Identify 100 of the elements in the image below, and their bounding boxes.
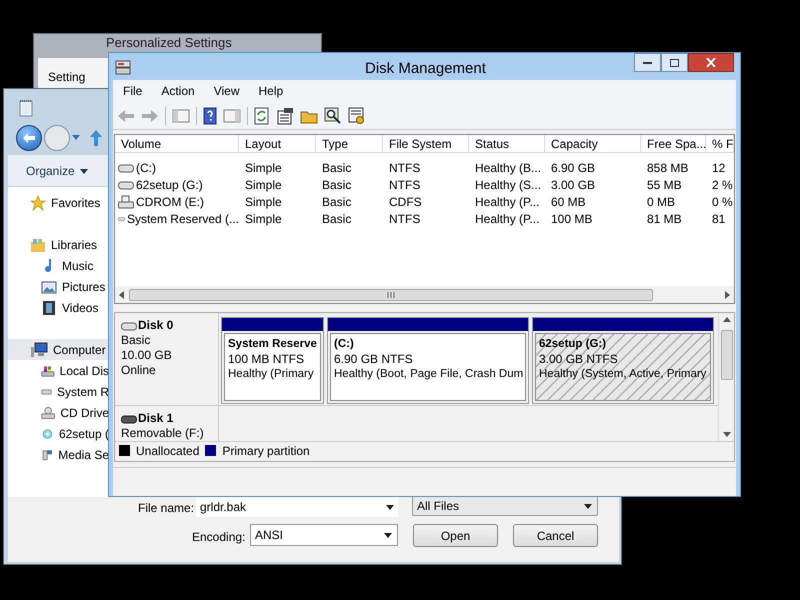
table-cell-text: 81 bbox=[712, 210, 726, 228]
menu-item[interactable]: Action bbox=[161, 82, 195, 100]
dropdown-arrow-icon bbox=[584, 504, 592, 508]
back-button[interactable] bbox=[16, 125, 42, 151]
scroll-left-icon[interactable] bbox=[119, 290, 125, 298]
table-cell-text: 12 bbox=[712, 160, 726, 176]
drive-icon bbox=[118, 180, 134, 190]
partition-size: 6.90 GB NTFS bbox=[334, 352, 414, 367]
search-icon[interactable] bbox=[324, 106, 342, 124]
minimize-button[interactable] bbox=[634, 53, 661, 72]
computer-icon bbox=[30, 342, 48, 358]
table-cell-text: Healthy (S... bbox=[475, 176, 542, 194]
scroll-down-icon[interactable] bbox=[722, 432, 730, 437]
drive-icon bbox=[118, 162, 134, 172]
nav-item[interactable]: Local Dis bbox=[8, 360, 109, 381]
menu-item[interactable]: View bbox=[214, 82, 240, 100]
table-cell-text: 62setup (G:) bbox=[136, 176, 203, 194]
file-type-dropdown[interactable]: All Files bbox=[412, 496, 598, 516]
pane-icon[interactable] bbox=[223, 108, 241, 124]
column-header[interactable]: Capacity bbox=[545, 135, 641, 152]
table-cell-text: NTFS bbox=[389, 210, 420, 228]
partition-block[interactable]: (C:) 6.90 GB NTFS Healthy (Boot, Page File, Crash Dum bbox=[327, 317, 529, 404]
column-header[interactable]: File System bbox=[383, 135, 469, 152]
pane-icon[interactable] bbox=[172, 108, 190, 124]
window-title: Personalized Settings bbox=[106, 35, 232, 50]
nav-item[interactable]: Computer bbox=[8, 339, 109, 360]
nav-item[interactable]: Pictures bbox=[8, 276, 109, 297]
partition-status: Healthy (Primary bbox=[228, 367, 315, 382]
partition-status: Healthy (Boot, Page File, Crash Dum bbox=[334, 367, 524, 382]
column-header[interactable]: Volume bbox=[115, 135, 239, 152]
notepad-icon bbox=[18, 99, 34, 117]
encoding-dropdown[interactable]: ANSI bbox=[250, 524, 398, 546]
table-cell-text: 60 MB bbox=[551, 194, 586, 210]
nav-item[interactable]: Media Se bbox=[8, 444, 109, 465]
table-cell-text: 858 MB bbox=[647, 160, 688, 176]
scrollbar-thumb[interactable] bbox=[129, 288, 653, 300]
table-cell-text: System Reserved (... bbox=[126, 210, 239, 228]
column-header[interactable]: Type bbox=[316, 135, 383, 152]
nav-item[interactable]: Favorites bbox=[8, 192, 109, 213]
drive-icon bbox=[121, 414, 137, 424]
column-header[interactable]: Layout bbox=[239, 135, 316, 152]
disk-name: Disk 0 bbox=[138, 318, 174, 333]
menu-item[interactable]: File bbox=[123, 82, 142, 100]
nav-item[interactable]: System R bbox=[8, 381, 109, 402]
minimize-icon bbox=[643, 61, 652, 64]
table-cell-text: Simple bbox=[245, 160, 282, 176]
nav-item[interactable]: Videos bbox=[8, 297, 109, 318]
cd-drive-icon bbox=[41, 404, 56, 420]
legend-label: Primary partition bbox=[222, 442, 310, 460]
settings-label: Setting bbox=[48, 70, 86, 84]
table-cell-text: 6.90 GB bbox=[551, 160, 596, 176]
field-label: File name: bbox=[138, 500, 194, 517]
cancel-button[interactable]: Cancel bbox=[513, 524, 598, 547]
partition-status: Healthy (System, Active, Primary bbox=[539, 367, 708, 382]
drive-icon bbox=[121, 320, 137, 330]
maximize-button[interactable] bbox=[661, 53, 688, 72]
partition-name: (C:) bbox=[334, 337, 355, 352]
nav-item[interactable]: Libraries bbox=[8, 234, 109, 255]
column-header[interactable]: Free Spa... bbox=[641, 135, 706, 152]
scroll-right-icon[interactable] bbox=[724, 290, 730, 298]
close-icon bbox=[706, 58, 716, 67]
disk-detail: Removable (F:) bbox=[121, 426, 205, 441]
table-cell-text: Healthy (P... bbox=[475, 210, 540, 228]
disk-detail: Online bbox=[121, 363, 157, 378]
menu-item[interactable]: Help bbox=[258, 82, 284, 100]
library-icon bbox=[30, 236, 46, 252]
cd-drive-icon bbox=[118, 194, 134, 208]
table-cell-text: (C:) bbox=[136, 160, 156, 176]
scrollbar-thumb[interactable] bbox=[720, 330, 732, 380]
caret-icon bbox=[72, 135, 80, 141]
partition-block[interactable]: 62setup (G:) 3.00 GB NTFS Healthy (System, Active, Primary bbox=[532, 317, 714, 404]
refresh-icon[interactable] bbox=[254, 106, 270, 124]
table-cell-text: Simple bbox=[245, 194, 282, 210]
partition-size: 100 MB NTFS bbox=[228, 352, 306, 367]
table-cell-text: CDFS bbox=[389, 194, 422, 210]
nav-item[interactable]: CD Drive bbox=[8, 402, 109, 423]
table-cell-text: Healthy (B... bbox=[475, 160, 542, 176]
dropdown-arrow-icon bbox=[384, 532, 392, 538]
nav-item[interactable]: Music bbox=[8, 255, 109, 276]
settings-icon[interactable] bbox=[348, 106, 366, 124]
table-cell-text: Healthy (P... bbox=[475, 194, 540, 210]
table-cell-text: 0 MB bbox=[647, 194, 676, 210]
caret-icon bbox=[80, 168, 88, 174]
partition-name: System Reserve bbox=[228, 337, 318, 352]
column-header[interactable]: % F bbox=[706, 135, 734, 152]
properties-icon[interactable] bbox=[276, 106, 294, 124]
table-cell-text: NTFS bbox=[389, 176, 420, 194]
organize-button[interactable]: Organize bbox=[20, 161, 94, 181]
file-name-field[interactable]: grldr.bak bbox=[196, 497, 398, 517]
close-button[interactable] bbox=[688, 53, 734, 72]
column-header[interactable]: Status bbox=[469, 135, 545, 152]
table-cell-text: 0 % bbox=[712, 194, 733, 210]
scroll-up-icon[interactable] bbox=[722, 317, 730, 322]
partition-block[interactable]: System Reserve 100 MB NTFS Healthy (Primary bbox=[221, 317, 324, 404]
open-button[interactable]: Open bbox=[413, 524, 498, 547]
disk-name: Disk 1 bbox=[138, 411, 174, 426]
help-icon[interactable] bbox=[203, 106, 217, 124]
picture-icon bbox=[41, 278, 57, 294]
maximize-icon bbox=[670, 58, 679, 66]
grip-icon bbox=[387, 292, 395, 298]
